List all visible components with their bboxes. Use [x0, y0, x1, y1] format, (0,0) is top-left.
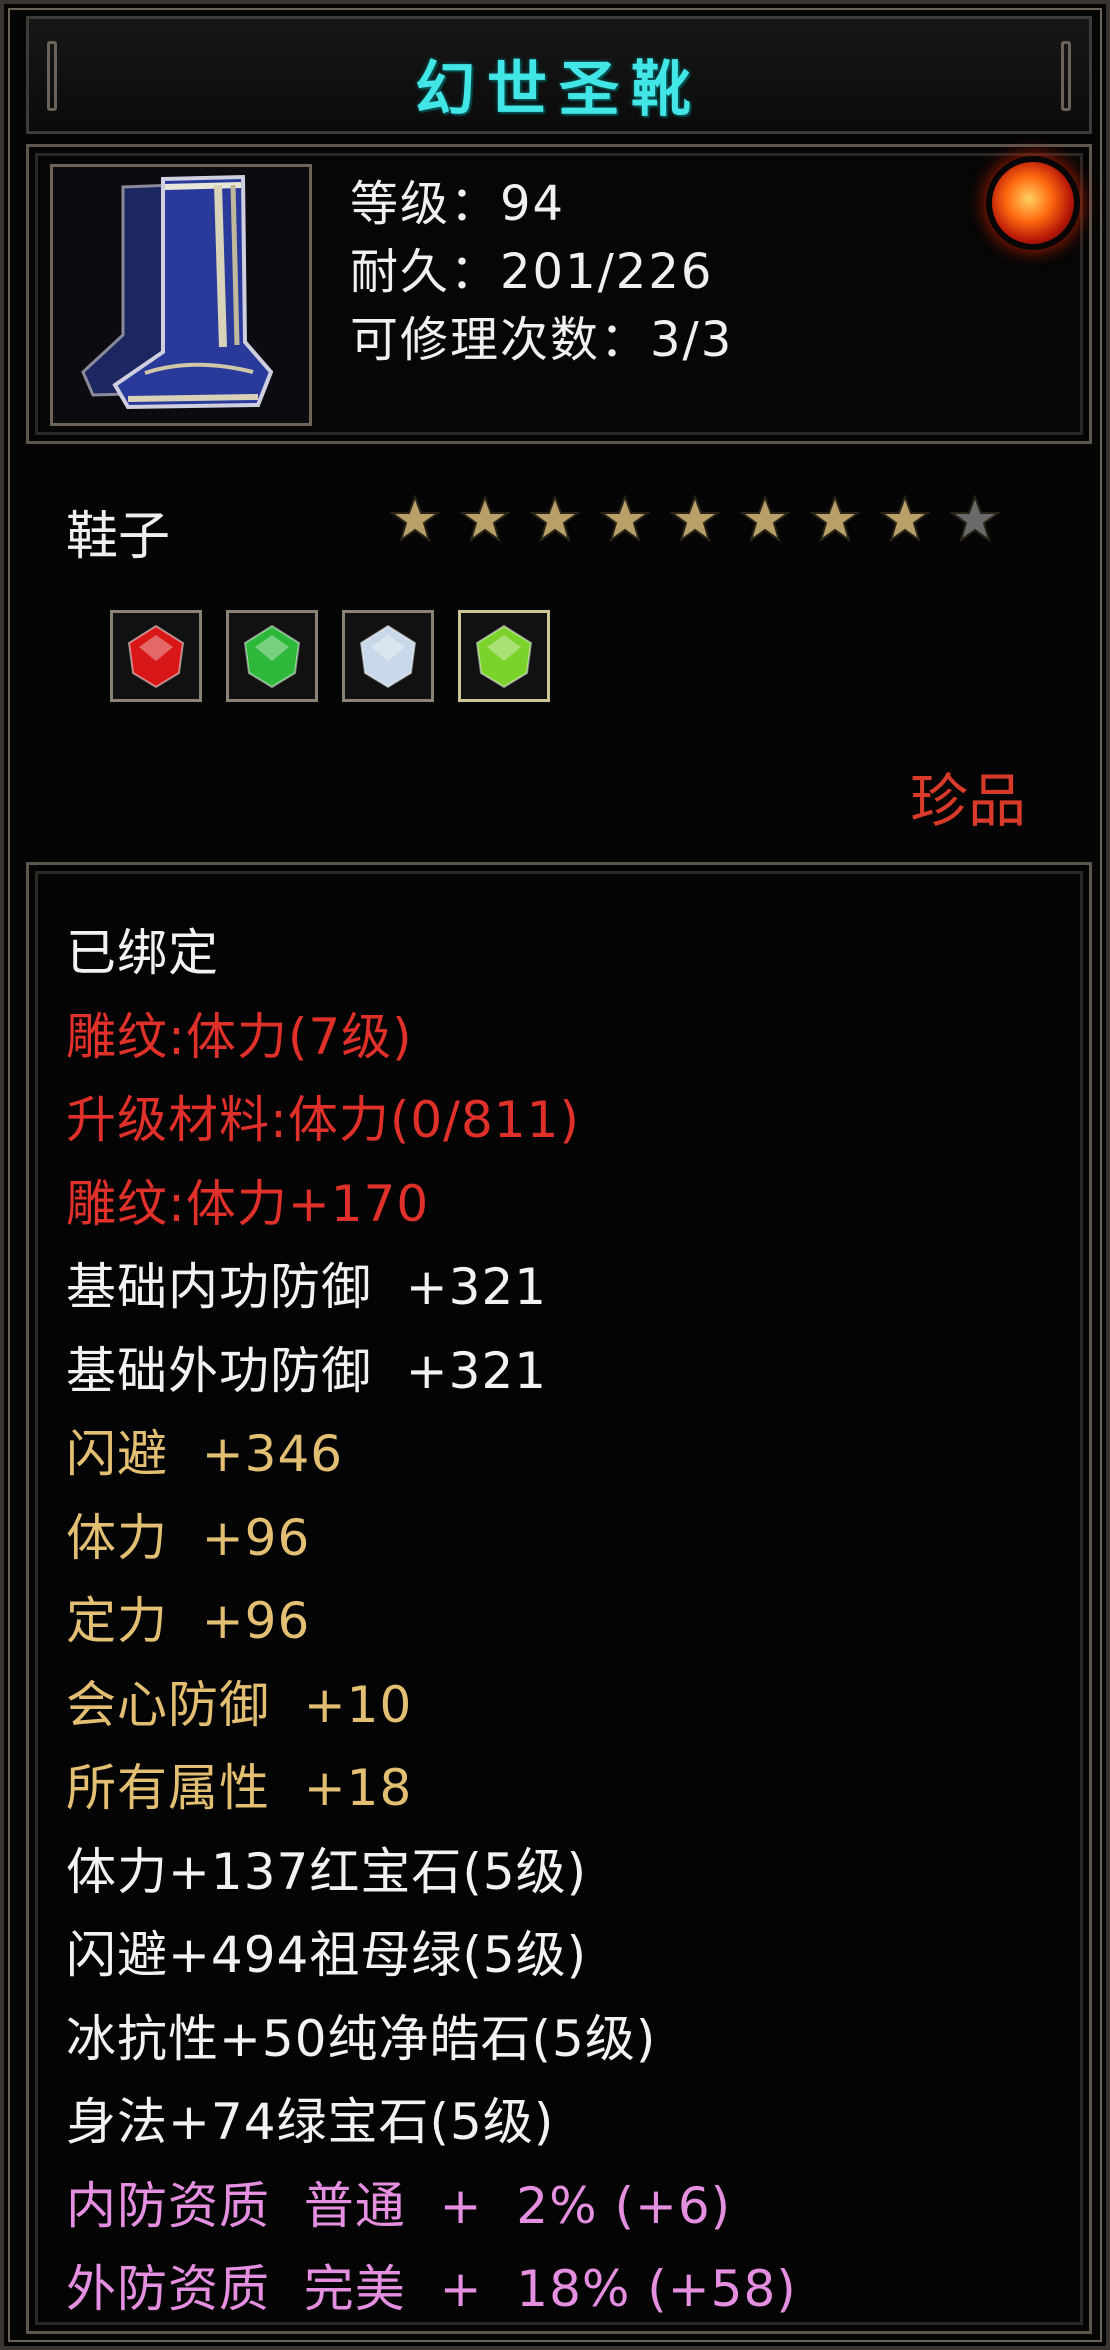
star-filled-icon	[388, 494, 442, 544]
star-filled-icon	[738, 494, 792, 544]
star-filled-icon	[598, 494, 652, 544]
attribute-line: 体力 +96	[66, 1508, 311, 1567]
repair-count-line: 可修理次数：3/3	[350, 312, 734, 368]
attribute-line: 基础内功防御 +321	[66, 1258, 548, 1316]
attribute-line: 内防资质 普通 + 2% (+6)	[66, 2176, 732, 2235]
attributes-list: 已绑定雕纹:体力(7级) 升级材料:体力(0/811) 雕纹:体力+170 基础内功防…	[66, 912, 797, 2332]
star-filled-icon	[878, 494, 932, 544]
attribute-line: 已绑定	[66, 924, 219, 982]
attribute-line: 升级材料:体力(0/811)	[66, 1091, 580, 1149]
fire-orb-icon	[992, 162, 1074, 244]
attribute-line: 体力+137红宝石(5级)	[66, 1842, 588, 1901]
attribute-line: 闪避+494祖母绿(5级)	[66, 1926, 588, 1984]
green-gem-icon[interactable]	[458, 610, 550, 702]
attribute-line: 基础外功防御 +321	[66, 1341, 548, 1400]
title-bar: 幻世圣靴	[26, 16, 1092, 134]
star-rating	[388, 494, 1002, 544]
attribute-line: 身法+74绿宝石(5级)	[66, 2093, 555, 2151]
diamond-gem-icon[interactable]	[342, 610, 434, 702]
item-tooltip: 幻世圣靴 等级：94 耐久：201/226 可修理次数：3/3 鞋子 珍品 已绑…	[0, 0, 1110, 2350]
attribute-line: 闪避 +346	[66, 1425, 344, 1483]
attribute-line: 会心防御 +10	[66, 1675, 413, 1734]
star-filled-icon	[668, 494, 722, 544]
gem-slots	[110, 610, 550, 702]
attribute-line: 雕纹:体力(7级)	[66, 1007, 413, 1066]
emerald-gem-icon[interactable]	[226, 610, 318, 702]
attribute-line: 所有属性 +18	[66, 1759, 413, 1817]
star-empty-icon	[948, 494, 1002, 544]
item-type: 鞋子	[66, 507, 171, 567]
level-line: 等级：94	[350, 176, 566, 232]
star-filled-icon	[528, 494, 582, 544]
item-name: 幻世圣靴	[415, 55, 703, 125]
attribute-line: 冰抗性+50纯净皓石(5级)	[66, 2009, 657, 2068]
durability-line: 耐久：201/226	[350, 244, 714, 300]
star-filled-icon	[808, 494, 862, 544]
star-filled-icon	[458, 494, 512, 544]
ruby-gem-icon[interactable]	[110, 610, 202, 702]
boots-icon[interactable]	[50, 164, 312, 426]
rarity-label: 珍品	[909, 767, 1026, 835]
attribute-line: 外防资质 完美 + 18% (+58)	[66, 2260, 797, 2318]
attribute-line: 雕纹:体力+170	[66, 1174, 430, 1233]
attribute-line: 定力 +96	[66, 1592, 311, 1650]
